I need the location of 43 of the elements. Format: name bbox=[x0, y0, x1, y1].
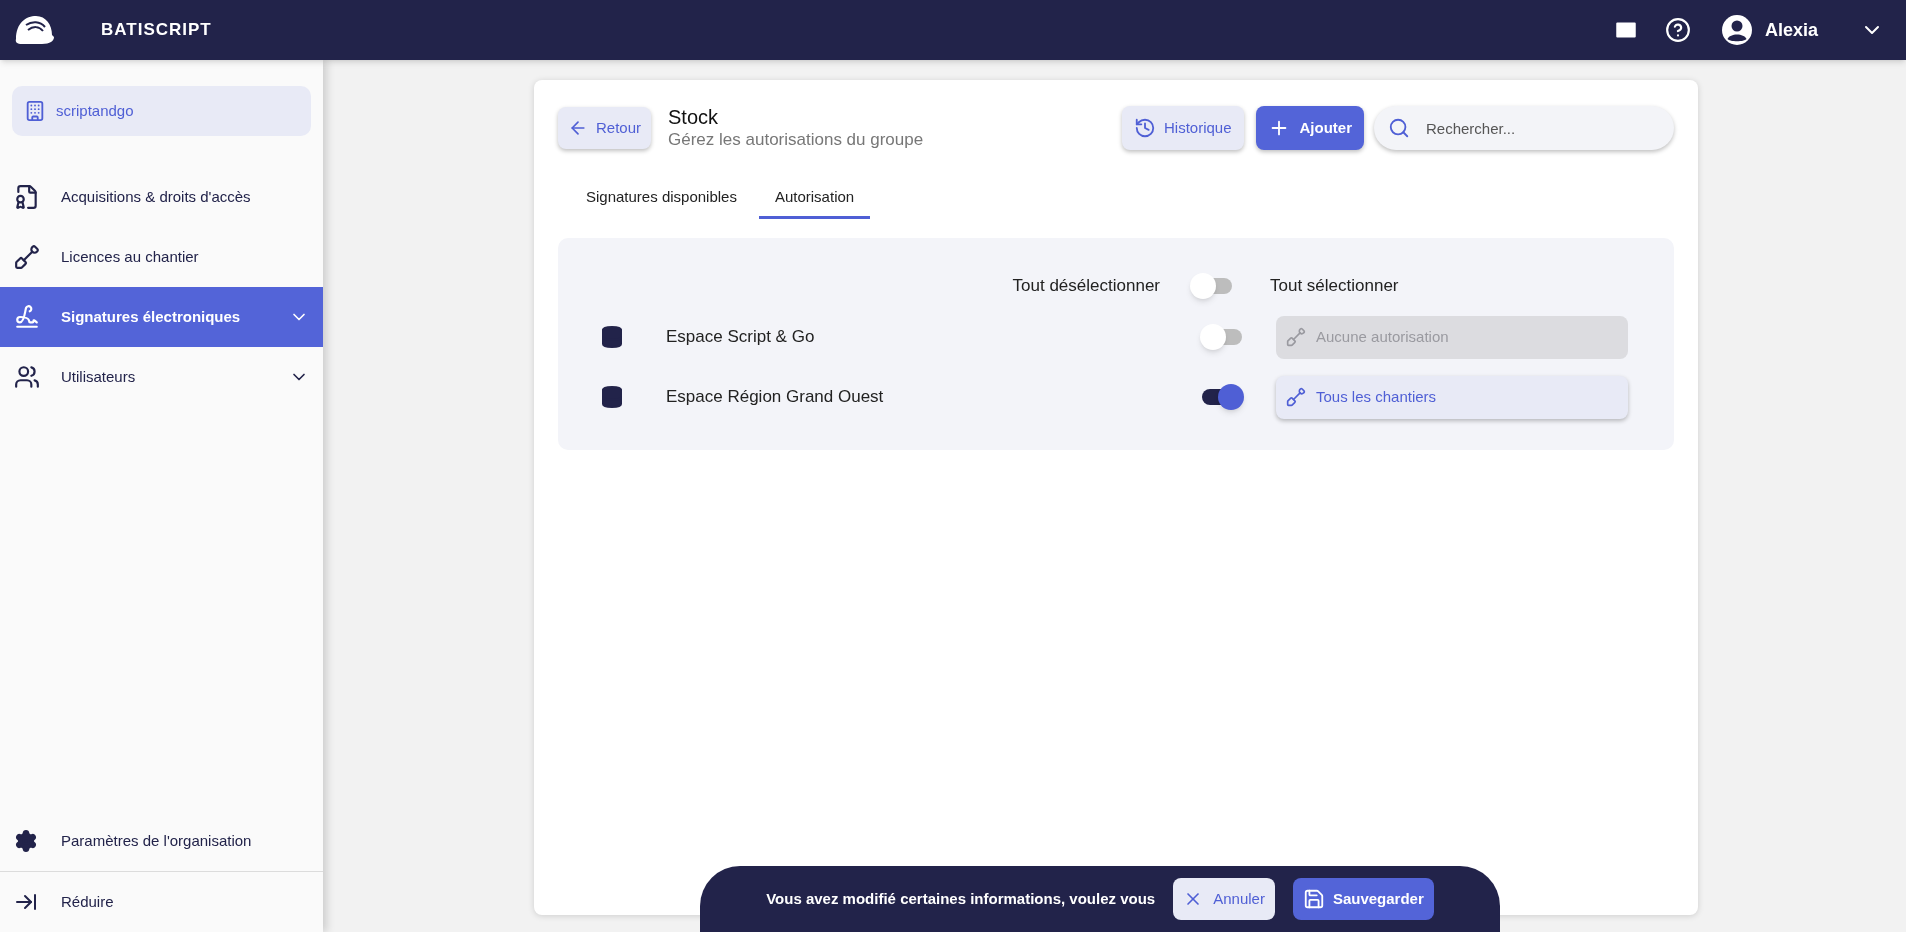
building-icon bbox=[24, 100, 46, 122]
space-name: Espace Région Grand Ouest bbox=[666, 386, 885, 409]
space-name: Espace Script & Go bbox=[666, 326, 816, 349]
user-avatar-icon[interactable] bbox=[1720, 14, 1753, 46]
nav-item[interactable]: Paramètres de l'organisation bbox=[0, 811, 323, 871]
shovel-icon bbox=[1286, 387, 1306, 407]
back-button[interactable]: Retour bbox=[558, 107, 652, 149]
access-button[interactable]: Tous les chantiers bbox=[1276, 375, 1628, 419]
toggle-switch[interactable] bbox=[1200, 324, 1244, 350]
help-icon[interactable] bbox=[1664, 17, 1691, 43]
deselect-all-label: Tout désélectionner bbox=[1011, 275, 1161, 298]
tab[interactable]: Autorisation bbox=[758, 178, 871, 219]
settings-icon bbox=[14, 829, 38, 853]
save-bar-message: Vous avez modifié certaines informations, voulez vous bbox=[766, 888, 1156, 909]
toggle-switch[interactable] bbox=[1190, 273, 1234, 299]
nav-item[interactable]: Acquisitions & droits d'accès bbox=[0, 167, 323, 227]
history-button[interactable]: Historique bbox=[1121, 106, 1244, 150]
document-icon bbox=[14, 184, 40, 210]
nav-item[interactable]: Licences au chantier bbox=[0, 227, 323, 287]
cancel-button[interactable]: Annuler bbox=[1173, 878, 1275, 920]
page-title: Stock bbox=[668, 105, 720, 129]
organization-selector[interactable]: scriptandgo bbox=[12, 86, 311, 136]
signature-icon bbox=[14, 304, 40, 330]
brand-name: BATISCRIPT bbox=[101, 19, 212, 42]
users-icon bbox=[14, 364, 40, 390]
database-icon bbox=[600, 325, 624, 349]
add-button[interactable]: Ajouter bbox=[1255, 106, 1364, 150]
history-icon bbox=[1133, 117, 1156, 139]
nav-item[interactable]: Réduire bbox=[0, 872, 323, 932]
shovel-icon bbox=[1286, 327, 1306, 347]
search-field[interactable]: Rechercher... bbox=[1374, 106, 1674, 150]
toggle-switch[interactable] bbox=[1200, 384, 1244, 410]
tab[interactable]: Signatures disponibles bbox=[570, 178, 753, 219]
select-all-label: Tout sélectionner bbox=[1270, 275, 1399, 298]
shovel-icon bbox=[14, 244, 40, 270]
save-icon bbox=[1302, 888, 1325, 910]
nav-item[interactable]: Signatures électroniques bbox=[0, 287, 323, 347]
database-icon bbox=[600, 385, 624, 409]
user-name[interactable]: Alexia bbox=[1764, 16, 1818, 44]
page-subtitle: Gérez les autorisations du groupe bbox=[668, 129, 924, 151]
nav-item[interactable]: Utilisateurs bbox=[0, 347, 323, 407]
search-icon bbox=[1388, 117, 1410, 139]
save-button[interactable]: Sauvegarder bbox=[1292, 878, 1434, 920]
